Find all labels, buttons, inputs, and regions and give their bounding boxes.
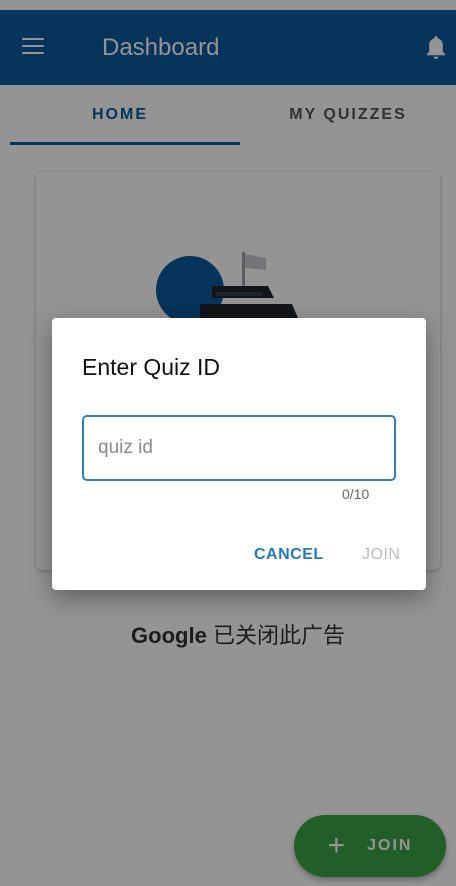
screen: Dashboard HOME MY QUIZZES Google 已关闭此广告 … [0, 0, 456, 886]
dialog-title: Enter Quiz ID [82, 354, 221, 380]
enter-quiz-id-dialog: Enter Quiz ID 0/10 CANCEL JOIN [52, 318, 426, 590]
cancel-button[interactable]: CANCEL [254, 546, 324, 564]
quiz-id-input[interactable] [82, 415, 396, 481]
character-counter: 0/10 [342, 486, 370, 502]
join-button[interactable]: JOIN [362, 546, 400, 564]
